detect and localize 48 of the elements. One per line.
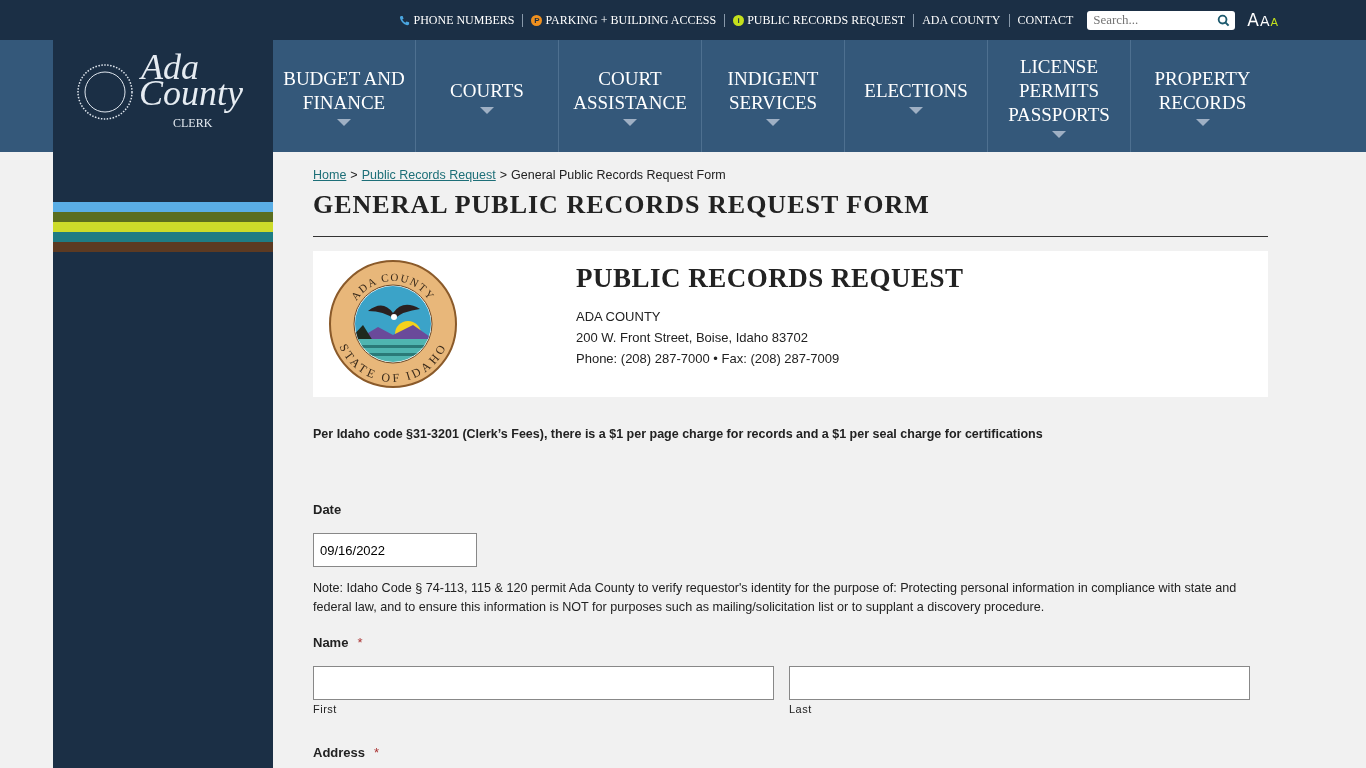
search-icon[interactable] bbox=[1217, 13, 1231, 27]
field-sublabel: First bbox=[313, 703, 338, 715]
field-label: Date bbox=[313, 502, 343, 517]
field-label: Address bbox=[313, 745, 366, 760]
font-size-button[interactable]: A bbox=[1247, 10, 1259, 30]
caret-icon bbox=[480, 106, 494, 114]
font-size-button[interactable]: A bbox=[1259, 13, 1270, 29]
required-mark: * bbox=[357, 635, 363, 650]
caret-icon bbox=[766, 118, 780, 126]
phone-icon bbox=[399, 14, 411, 26]
contact-line: ADA COUNTY bbox=[576, 308, 662, 326]
fee-note: Per Idaho code §31-3201 (Clerk’s Fees), there is a $1 per page charge for records and a $1 per seal charge for certifications bbox=[313, 427, 1044, 441]
nav-menu-item[interactable]: ELECTIONS bbox=[845, 40, 988, 152]
name-input-field[interactable] bbox=[789, 666, 1250, 700]
contact-line: Phone: (208) 287-7000 • Fax: (208) 287-7009 bbox=[576, 350, 841, 368]
top-link[interactable]: CONTACT bbox=[1017, 12, 1074, 28]
card-title: PUBLIC RECORDS REQUEST bbox=[576, 263, 964, 294]
caret-icon bbox=[623, 118, 637, 126]
caret-icon bbox=[1052, 130, 1066, 138]
breadcrumb-link[interactable]: Public Records Request bbox=[361, 168, 496, 182]
top-link[interactable]: PHONE NUMBERS bbox=[399, 12, 515, 28]
date-field[interactable]: 09/16/2022 bbox=[313, 533, 477, 567]
search-field[interactable]: Search... bbox=[1087, 10, 1236, 30]
breadcrumb-separator: > bbox=[499, 168, 508, 182]
field-label: Name bbox=[313, 635, 349, 650]
breadcrumb-current: General Public Records Request Form bbox=[511, 168, 726, 182]
nav-menu-item[interactable]: COURTS bbox=[416, 40, 559, 152]
page-title: GENERAL PUBLIC RECORDS REQUEST FORM bbox=[313, 190, 931, 220]
top-link[interactable]: i PUBLIC RECORDS REQUEST bbox=[733, 12, 906, 28]
breadcrumb-separator: > bbox=[350, 168, 358, 182]
caret-icon bbox=[909, 106, 923, 114]
nav-menu-item[interactable]: PROPERTY RECORDS bbox=[1131, 40, 1274, 152]
font-size-button[interactable]: A bbox=[1270, 16, 1278, 29]
nav-menu-item[interactable]: BUDGET AND FINANCE bbox=[273, 40, 416, 152]
caret-icon bbox=[337, 118, 351, 126]
logo[interactable]: Ada County CLERK bbox=[53, 40, 273, 152]
breadcrumb-link[interactable]: Home bbox=[313, 168, 347, 182]
nav-menu-item[interactable]: COURT ASSISTANCE bbox=[559, 40, 702, 152]
top-link[interactable]: ADA COUNTY bbox=[922, 12, 1001, 28]
field-sublabel: Last bbox=[789, 703, 813, 715]
nav-menu-item[interactable]: LICENSE PERMITS PASSPORTS bbox=[988, 40, 1131, 152]
required-mark: * bbox=[374, 745, 380, 760]
contact-line: 200 W. Front Street, Boise, Idaho 83702 bbox=[576, 329, 809, 347]
name-input-field[interactable] bbox=[313, 666, 774, 700]
identity-note: Note: Idaho Code § 74-113, 115 & 120 permit Ada County to verify requestor's identity for the purpose of: Protecting personal information in compliance with state and federal law, and to ensure this information is NOT for purposes such as mailing/solicitation list or to supplant a discovery procedure. bbox=[313, 580, 1238, 616]
nav-menu-item[interactable]: INDIGENT SERVICES bbox=[702, 40, 845, 152]
top-link[interactable]: P PARKING + BUILDING ACCESS bbox=[531, 12, 717, 28]
caret-icon bbox=[1195, 118, 1210, 126]
